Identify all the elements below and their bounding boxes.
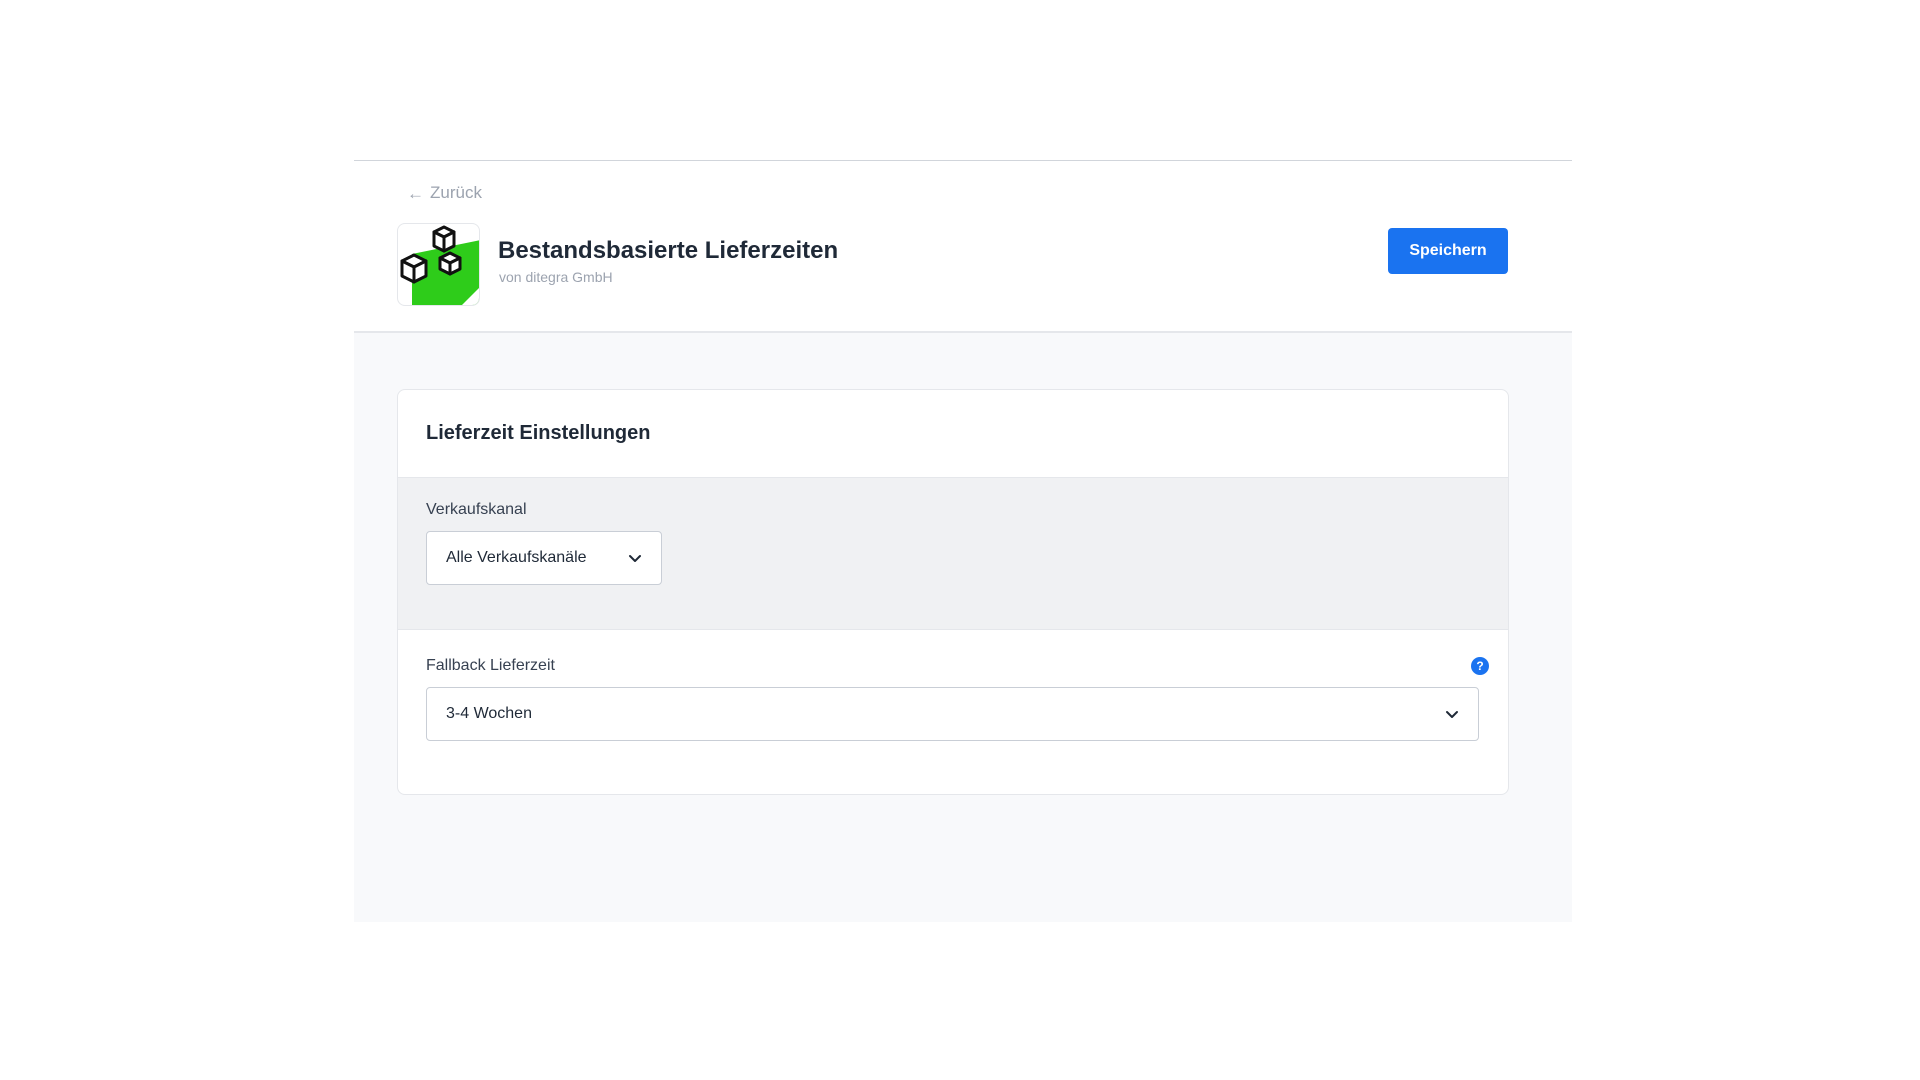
fallback-label: Fallback Lieferzeit <box>426 657 555 674</box>
app-header: ← Zurück Bestandsbasierte Lieferzeiten v… <box>354 161 1572 332</box>
sales-channel-label: Verkaufskanal <box>426 501 527 518</box>
card-title: Lieferzeit Einstellungen <box>426 422 651 444</box>
fallback-value: 3-4 Wochen <box>446 705 532 722</box>
save-button[interactable]: Speichern <box>1388 228 1508 274</box>
app-title: Bestandsbasierte Lieferzeiten <box>498 237 839 264</box>
app-vendor: von ditegra GmbH <box>499 269 613 285</box>
back-link[interactable]: ← Zurück <box>407 183 482 203</box>
app-logo <box>397 223 480 306</box>
chevron-down-icon <box>629 555 641 562</box>
help-icon[interactable]: ? <box>1471 657 1489 675</box>
app-settings-frame: ← Zurück Bestandsbasierte Lieferzeiten v… <box>354 160 1572 922</box>
boxes-icon <box>400 225 479 305</box>
back-link-label: Zurück <box>430 183 482 202</box>
settings-card: Lieferzeit Einstellungen Verkaufskanal A… <box>397 389 1509 795</box>
main-content: Lieferzeit Einstellungen Verkaufskanal A… <box>354 333 1572 922</box>
fallback-select[interactable]: 3-4 Wochen <box>426 687 1479 741</box>
sales-channel-value: Alle Verkaufskanäle <box>446 549 587 566</box>
card-header: Lieferzeit Einstellungen <box>398 390 1508 478</box>
chevron-down-icon <box>1446 711 1458 718</box>
sales-channel-select[interactable]: Alle Verkaufskanäle <box>426 531 662 585</box>
arrow-left-icon: ← <box>407 183 424 203</box>
